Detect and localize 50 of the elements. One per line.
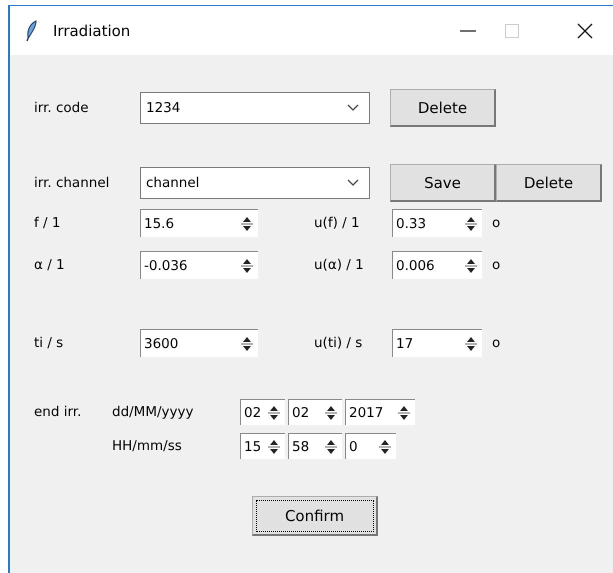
field-label: α / 1 [34,257,66,273]
spinbox[interactable]: 15 [240,433,285,459]
spinbox[interactable]: 0 [345,433,396,459]
spinbox-value: -0.036 [143,258,189,274]
delete-button[interactable]: Delete [390,89,496,127]
field-label: u(f) / 1 [314,215,361,231]
spinbox-value: 0.33 [395,216,428,232]
spinbox[interactable]: 2017 [345,399,415,425]
spinbox-value: 02 [291,404,310,420]
spinbox[interactable]: -0.036 [140,251,258,279]
combo-box[interactable]: 1234 [140,92,370,124]
spinbox-value: 0 [348,438,359,454]
spinbox[interactable]: 02 [288,399,342,425]
spinbox-value: 58 [291,438,310,454]
spinbox[interactable]: 0.006 [392,251,482,279]
window-title: Irradiation [53,22,130,40]
chevron-down-icon [347,104,359,112]
spinbox-value: 15 [243,438,262,454]
spinbox-value: 0.006 [395,258,436,274]
combo-box[interactable]: channel [140,167,370,199]
option-indicator: o [492,335,500,351]
field-label: ti / s [34,335,64,351]
option-indicator: o [492,215,500,231]
spinbox[interactable]: 15.6 [140,209,258,237]
spinbox-value: 17 [395,336,414,352]
field-label: HH/mm/ss [112,438,183,454]
minimize-icon[interactable] [460,30,476,32]
close-icon[interactable] [577,23,593,39]
save-button[interactable]: Save [390,164,496,202]
spinbox[interactable]: 17 [392,329,482,357]
spinbox-value: 3600 [143,336,180,352]
chevron-down-icon [347,179,359,187]
feather-icon [26,20,38,42]
spinbox[interactable]: 3600 [140,329,258,357]
spinbox-value: 02 [243,404,262,420]
confirm-button[interactable]: Confirm [252,496,378,536]
spinbox[interactable]: 58 [288,433,342,459]
field-label: f / 1 [34,215,62,231]
spinbox[interactable]: 0.33 [392,209,482,237]
field-label: irr. code [34,100,90,116]
field-label: dd/MM/yyyy [112,404,194,420]
spinbox-value: 2017 [348,404,384,420]
delete-button[interactable]: Delete [496,164,602,202]
field-label: end irr. [34,404,82,420]
spinbox[interactable]: 02 [240,399,285,425]
option-indicator: o [492,257,500,273]
spinbox-value: 15.6 [143,216,176,232]
field-label: u(ti) / s [314,335,364,351]
field-label: irr. channel [34,175,110,191]
field-label: u(α) / 1 [314,257,365,273]
